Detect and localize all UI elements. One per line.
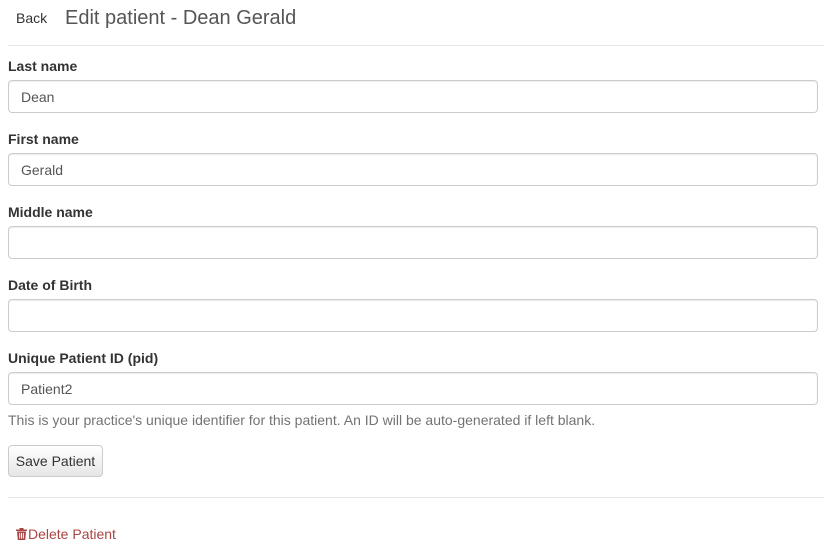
page-title: Edit patient - Dean Gerald [65, 7, 297, 29]
header-divider [8, 45, 824, 46]
date-of-birth-field[interactable] [8, 299, 818, 332]
back-button[interactable]: Back [8, 6, 55, 30]
patient-id-field[interactable] [8, 372, 818, 405]
trash-icon [16, 528, 27, 540]
patient-id-label: Unique Patient ID (pid) [8, 350, 159, 366]
date-of-birth-label: Date of Birth [8, 277, 92, 293]
form-divider [8, 497, 824, 498]
delete-patient-link[interactable]: Delete Patient [16, 525, 116, 543]
page-header: Back Edit patient - Dean Gerald [0, 0, 824, 38]
first-name-label: First name [8, 131, 79, 147]
last-name-label: Last name [8, 58, 78, 74]
last-name-field[interactable] [8, 80, 818, 113]
first-name-field[interactable] [8, 153, 818, 186]
middle-name-label: Middle name [8, 204, 93, 220]
middle-name-field[interactable] [8, 226, 818, 259]
save-patient-button[interactable]: Save Patient [8, 445, 103, 477]
patient-id-help-text: This is your practice's unique identifie… [8, 412, 596, 428]
delete-patient-label: Delete Patient [28, 526, 116, 542]
